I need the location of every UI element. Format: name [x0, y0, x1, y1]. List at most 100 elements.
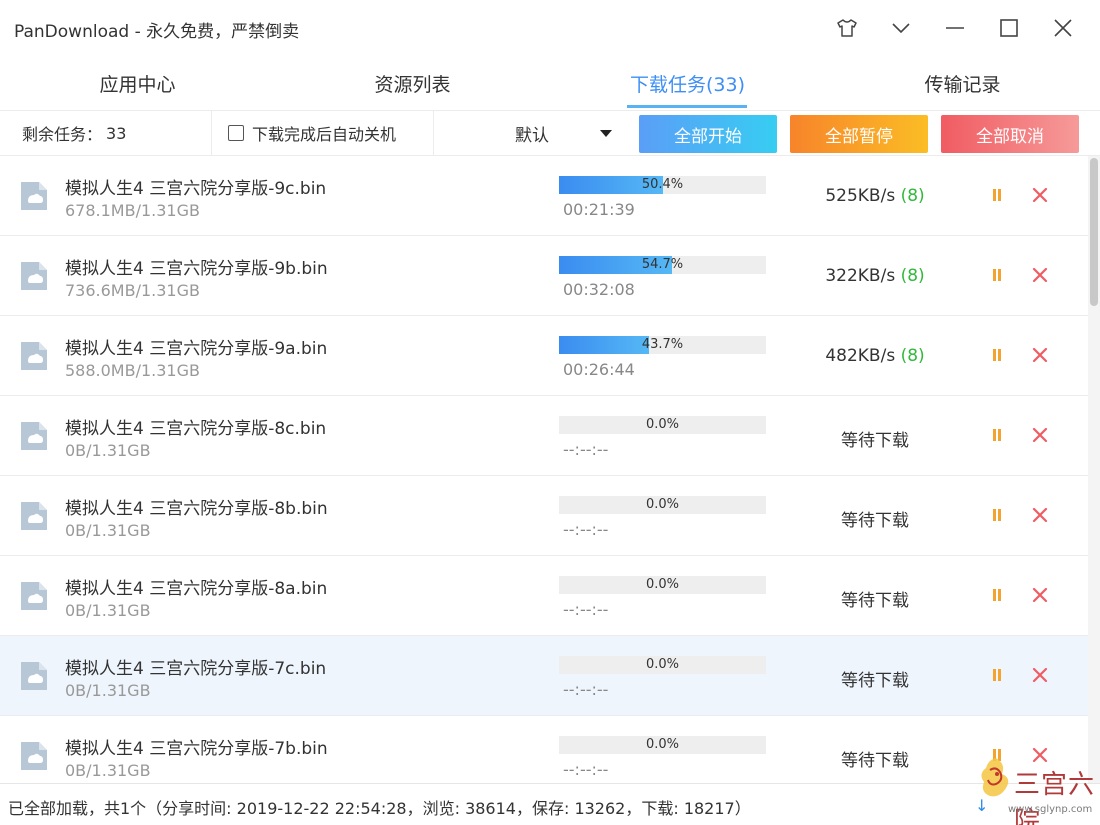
file-name: 模拟人生4 三宫六院分享版-7c.bin — [65, 659, 327, 679]
share-info-text: 已全部加载，共1个（分享时间: 2019-12-22 22:54:28，浏览: … — [8, 799, 751, 818]
active-tab-indicator — [627, 105, 747, 108]
auto-shutdown-checkbox[interactable] — [228, 125, 244, 141]
cancel-icon[interactable] — [1031, 666, 1049, 684]
pause-icon[interactable] — [990, 507, 1004, 523]
remaining-label: 剩余任务： — [22, 125, 103, 144]
file-icon — [21, 742, 47, 770]
pause-icon[interactable] — [990, 347, 1004, 363]
tab-label: 传输记录 — [924, 73, 1001, 96]
task-toolbar: 剩余任务： 33 下载完成后自动关机 默认 全部开始 全部暂停 全部取消 — [0, 110, 1100, 156]
tab-download-tasks[interactable]: 下载任务(33) — [550, 56, 825, 110]
task-row[interactable]: 模拟人生4 三宫六院分享版-7c.bin 0B/1.31GB 0.0% --:-… — [0, 636, 1088, 716]
file-name: 模拟人生4 三宫六院分享版-9b.bin — [65, 259, 328, 279]
pause-all-button[interactable]: 全部暂停 — [790, 115, 928, 153]
time-remaining: --:--:-- — [563, 520, 609, 539]
speed-value: 525KB/s — [825, 186, 896, 206]
task-row[interactable]: 模拟人生4 三宫六院分享版-8b.bin 0B/1.31GB 0.0% --:-… — [0, 476, 1088, 556]
time-remaining: --:--:-- — [563, 680, 609, 699]
auto-shutdown-toggle[interactable]: 下载完成后自动关机 — [212, 111, 434, 155]
cancel-icon[interactable] — [1031, 346, 1049, 364]
file-size: 678.1MB/1.31GB — [65, 201, 200, 220]
cancel-icon[interactable] — [1031, 266, 1049, 284]
progress-text: 0.0% — [645, 417, 680, 432]
task-list-scrollbar[interactable] — [1088, 156, 1100, 783]
file-name: 模拟人生4 三宫六院分享版-8a.bin — [65, 579, 328, 599]
remaining-count: 33 — [106, 123, 127, 143]
tab-label: 应用中心 — [99, 73, 176, 96]
start-all-button[interactable]: 全部开始 — [639, 115, 777, 153]
maximize-button[interactable] — [982, 12, 1036, 44]
time-remaining: 00:21:39 — [563, 200, 635, 219]
shirt-icon — [837, 19, 857, 37]
cancel-all-button[interactable]: 全部取消 — [941, 115, 1079, 153]
pause-icon[interactable] — [990, 267, 1004, 283]
progress-text: 0.0% — [645, 497, 680, 512]
time-remaining: --:--:-- — [563, 760, 609, 779]
time-remaining: --:--:-- — [563, 440, 609, 459]
file-icon — [21, 342, 47, 370]
status-bar: 已全部加载，共1个（分享时间: 2019-12-22 22:54:28，浏览: … — [0, 783, 1100, 825]
file-name: 模拟人生4 三宫六院分享版-9a.bin — [65, 339, 328, 359]
file-name: 模拟人生4 三宫六院分享版-8c.bin — [65, 419, 327, 439]
minimize-button[interactable] — [928, 12, 982, 44]
maximize-icon — [1000, 19, 1018, 37]
progress-bar: 54.7% — [559, 256, 766, 274]
tab-app-center[interactable]: 应用中心 — [0, 56, 275, 110]
task-row[interactable]: 模拟人生4 三宫六院分享版-9b.bin 736.6MB/1.31GB 54.7… — [0, 236, 1088, 316]
watermark-url: www.sglynp.com — [1008, 804, 1093, 815]
file-name: 模拟人生4 三宫六院分享版-8b.bin — [65, 499, 328, 519]
progress-bar: 50.4% — [559, 176, 766, 194]
scrollbar-thumb[interactable] — [1090, 158, 1098, 306]
cancel-icon[interactable] — [1031, 586, 1049, 604]
cancel-icon[interactable] — [1031, 426, 1049, 444]
task-row[interactable]: 模拟人生4 三宫六院分享版-9c.bin 678.1MB/1.31GB 50.4… — [0, 156, 1088, 236]
remaining-tasks: 剩余任务： 33 — [0, 111, 212, 155]
file-size: 736.6MB/1.31GB — [65, 281, 200, 300]
task-row[interactable]: 模拟人生4 三宫六院分享版-8c.bin 0B/1.31GB 0.0% --:-… — [0, 396, 1088, 476]
tab-resource-list[interactable]: 资源列表 — [275, 56, 550, 110]
speed-value: 322KB/s — [825, 266, 896, 286]
cancel-icon[interactable] — [1031, 186, 1049, 204]
progress-bar: 0.0% — [559, 496, 766, 514]
dragon-logo-icon — [981, 758, 1009, 797]
tab-transfer-history[interactable]: 传输记录 — [825, 56, 1100, 110]
speed-value: 482KB/s — [825, 346, 896, 366]
close-button[interactable] — [1036, 12, 1090, 44]
progress-bar: 43.7% — [559, 336, 766, 354]
file-size: 0B/1.31GB — [65, 521, 151, 540]
download-speed: 322KB/s (8) — [790, 266, 960, 286]
task-list: 模拟人生4 三宫六院分享版-9c.bin 678.1MB/1.31GB 50.4… — [0, 156, 1088, 783]
progress-bar: 0.0% — [559, 576, 766, 594]
file-icon — [21, 262, 47, 290]
skin-button[interactable] — [820, 12, 874, 44]
download-speed: 482KB/s (8) — [790, 346, 960, 366]
cancel-icon[interactable] — [1031, 506, 1049, 524]
task-row[interactable]: 模拟人生4 三宫六院分享版-7b.bin 0B/1.31GB 0.0% --:-… — [0, 716, 1088, 783]
file-size: 0B/1.31GB — [65, 761, 151, 780]
time-remaining: 00:26:44 — [563, 360, 635, 379]
pause-icon[interactable] — [990, 187, 1004, 203]
download-speed: 525KB/s (8) — [790, 186, 960, 206]
progress-bar: 0.0% — [559, 656, 766, 674]
app-title: PanDownload - 永久免费，严禁倒卖 — [14, 22, 300, 42]
pause-icon[interactable] — [990, 427, 1004, 443]
pause-icon[interactable] — [990, 667, 1004, 683]
minimize-icon — [946, 27, 964, 29]
pause-icon[interactable] — [990, 587, 1004, 603]
sort-dropdown[interactable]: 默认 — [434, 111, 630, 155]
file-icon — [21, 662, 47, 690]
file-icon — [21, 422, 47, 450]
task-row[interactable]: 模拟人生4 三宫六院分享版-8a.bin 0B/1.31GB 0.0% --:-… — [0, 556, 1088, 636]
file-size: 0B/1.31GB — [65, 601, 151, 620]
auto-shutdown-label: 下载完成后自动关机 — [252, 125, 397, 144]
file-size: 588.0MB/1.31GB — [65, 361, 200, 380]
progress-text: 50.4% — [641, 177, 684, 192]
task-row[interactable]: 模拟人生4 三宫六院分享版-9a.bin 588.0MB/1.31GB 43.7… — [0, 316, 1088, 396]
site-watermark: 三宫六院 www.sglynp.com — [970, 752, 1098, 825]
menu-button[interactable] — [874, 12, 928, 44]
window-controls — [820, 12, 1090, 44]
main-tabs: 应用中心 资源列表 下载任务(33) 传输记录 — [0, 56, 1100, 110]
tab-label: 资源列表 — [374, 73, 451, 96]
file-icon — [21, 182, 47, 210]
time-remaining: --:--:-- — [563, 600, 609, 619]
